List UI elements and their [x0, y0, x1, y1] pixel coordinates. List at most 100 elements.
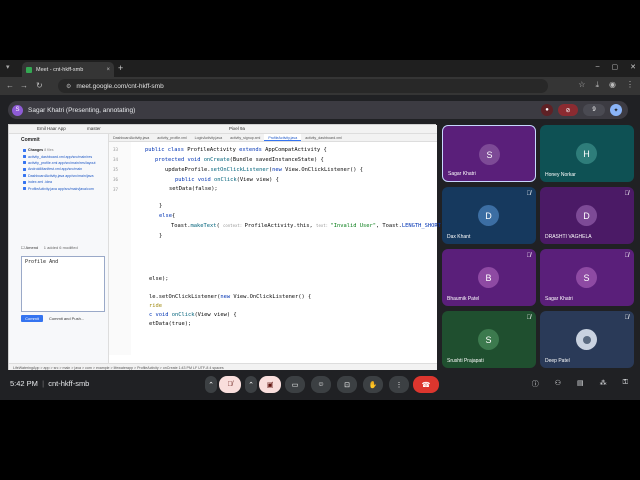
editor-tab: activity_dashboard.xml — [305, 136, 342, 140]
back-icon[interactable]: ← — [6, 81, 14, 90]
participant-name: Sagar Khatri — [448, 171, 476, 177]
info-icon[interactable]: ⓘ — [532, 379, 539, 389]
checkbox-icon — [23, 174, 26, 178]
participant-name: Srushti Prajapati — [447, 358, 484, 364]
code-line: public class ProfileActivity extends App… — [145, 147, 327, 153]
checkbox-icon — [23, 155, 26, 159]
avatar: B — [478, 267, 499, 288]
code-line: le.setOnClickListener(new View.OnClickLi… — [149, 294, 312, 300]
code-line: ride — [149, 303, 162, 309]
people-icon[interactable]: ⚇ — [555, 379, 561, 389]
person-icon — [582, 335, 591, 344]
checkbox-icon — [23, 187, 26, 191]
host-controls-icon[interactable]: ⚿ — [623, 379, 628, 389]
forward-icon[interactable]: → — [20, 81, 28, 90]
site-info-icon[interactable]: ⚙ — [66, 83, 71, 90]
raise-hand-button[interactable]: ✋ — [363, 376, 383, 393]
participant-tile[interactable]: 🎙̸ D Dax Khant — [442, 187, 536, 244]
address-bar[interactable]: ⚙ meet.google.com/cnt-hkff-smb — [58, 79, 548, 93]
mic-toggle-button[interactable]: 🎙̸ — [219, 376, 241, 393]
close-window-icon[interactable]: ✕ — [630, 63, 636, 71]
checkbox-icon — [23, 180, 26, 184]
tab-title: Meet - cnt-hkff-smb — [36, 66, 84, 73]
participant-tile[interactable]: H Honey Norkar — [540, 125, 634, 182]
reload-icon[interactable]: ↻ — [36, 81, 43, 90]
avatar-photo — [576, 329, 597, 350]
participant-name: Dax Khant — [447, 234, 471, 240]
commit-button: Commit — [21, 315, 43, 322]
code-line: etData(true); — [149, 321, 192, 327]
browser-tab[interactable]: Meet - cnt-hkff-smb × — [22, 62, 114, 77]
editor-tab-active: ProfileActivity.java — [264, 134, 302, 141]
menu-icon[interactable]: ⋮ — [626, 80, 634, 90]
editor-tabs: DashboardActivity.java activity_profile.… — [109, 134, 437, 142]
editor-tab: activity_signup.xml — [230, 136, 261, 140]
captions-button[interactable]: ▭ — [285, 376, 305, 393]
checkbox-icon — [23, 167, 26, 171]
download-icon[interactable]: ⤓ — [595, 80, 599, 90]
commit-message-text: Profile And — [25, 259, 59, 265]
presenter-text: Sagar Khatri (Presenting, annotating) — [28, 106, 136, 114]
meeting-controls: 5:42 PM | cnt-hkff-smb ⌃ 🎙̸ ⌃ ▣̸ ▭ ☺ ⊡ ✋… — [0, 370, 640, 400]
project-name: Emil Haar App — [37, 126, 66, 131]
nav-row: ← → ↻ ⚙ meet.google.com/cnt-hkff-smb ☆ ⤓… — [0, 77, 640, 95]
participant-tile[interactable]: 🎙̸ S Srushti Prajapati — [442, 311, 536, 368]
presenter-bar: S Sagar Khatri (Presenting, annotating) … — [8, 101, 628, 119]
more-options-button[interactable]: ⋮ — [389, 376, 409, 393]
code-line: setData(false); — [169, 186, 218, 192]
participant-name: Sagar Khatri — [545, 296, 573, 302]
window-controls: – ▢ ✕ — [596, 63, 636, 71]
code-line: public void onClick(View view) { — [175, 177, 279, 183]
participant-tile[interactable]: 🎙̸ D DRASHTI VAGHELA — [540, 187, 634, 244]
commit-panel-title: Commit — [21, 137, 40, 143]
participant-name: DRASHTI VAGHELA — [545, 234, 592, 240]
people-count: 9 — [592, 107, 596, 113]
participant-tile[interactable]: 🎙̸ S Sagar Khatri — [540, 249, 634, 306]
code-line: else{ — [159, 213, 176, 219]
participant-tile[interactable]: 🎙̸ B Bhaumik Patel — [442, 249, 536, 306]
editor-tab: DashboardActivity.java — [113, 136, 150, 140]
present-button[interactable]: ⊡ — [337, 376, 357, 393]
maximize-icon[interactable]: ▢ — [612, 63, 619, 71]
emoji-button[interactable]: ☺ — [311, 376, 331, 393]
code-line: Toast.makeText( context: ProfileActivity… — [171, 223, 444, 229]
checkbox-icon — [23, 161, 26, 165]
code-line: } — [159, 203, 163, 209]
presenter-record-icon[interactable]: ● — [541, 104, 553, 116]
activities-panel-icon[interactable]: ⁂ — [600, 379, 607, 389]
line-gutter: 33 34 35 36 37 — [109, 142, 131, 355]
mic-options-icon[interactable]: ⌃ — [205, 376, 217, 393]
people-count-badge[interactable]: 9 — [583, 104, 605, 116]
camera-toggle-button[interactable]: ▣̸ — [259, 376, 281, 393]
minimize-icon[interactable]: – — [596, 63, 600, 71]
activities-icon[interactable]: ✦ — [610, 104, 622, 116]
meet-stage: S Sagar Khatri (Presenting, annotating) … — [0, 95, 640, 400]
toolbar-right: ☆ ⤓ ◉ ⋮ — [578, 80, 634, 90]
participant-name: Bhaumik Patel — [447, 296, 480, 302]
avatar: S — [478, 329, 499, 350]
tab-strip: ▾ Meet - cnt-hkff-smb × + – ▢ ✕ — [0, 60, 640, 77]
amend-checkbox: ☐ Amend 1 added 6 modified — [21, 245, 78, 250]
mic-off-icon: 🎙̸ — [526, 191, 532, 197]
end-call-button[interactable]: ☎ — [413, 376, 439, 393]
participant-tile[interactable]: S Sagar Khatri — [442, 125, 536, 182]
mic-off-icon: 🎙̸ — [526, 315, 532, 321]
letterbox-bottom — [0, 400, 640, 480]
branch-name: master — [87, 126, 101, 131]
close-tab-icon[interactable]: × — [106, 67, 110, 73]
line-number: 33 — [113, 147, 119, 152]
bookmark-star-icon[interactable]: ☆ — [578, 80, 585, 90]
avatar: D — [576, 205, 597, 226]
new-tab-button[interactable]: + — [118, 63, 123, 73]
presenter-cam-off-icon[interactable]: ⊘ — [558, 104, 578, 116]
chat-icon[interactable]: ▤ — [577, 379, 584, 389]
url-text: meet.google.com/cnt-hkff-smb — [76, 82, 164, 90]
avatar: S — [576, 267, 597, 288]
avatar: D — [478, 205, 499, 226]
camera-options-icon[interactable]: ⌃ — [245, 376, 257, 393]
avatar: S — [479, 144, 500, 165]
participant-tile[interactable]: 🎙̸ Deep Patel — [540, 311, 634, 368]
commit-push-button: Commit and Push... — [49, 316, 85, 321]
tab-search-icon[interactable]: ▾ — [6, 63, 10, 71]
profile-icon[interactable]: ◉ — [609, 80, 616, 90]
